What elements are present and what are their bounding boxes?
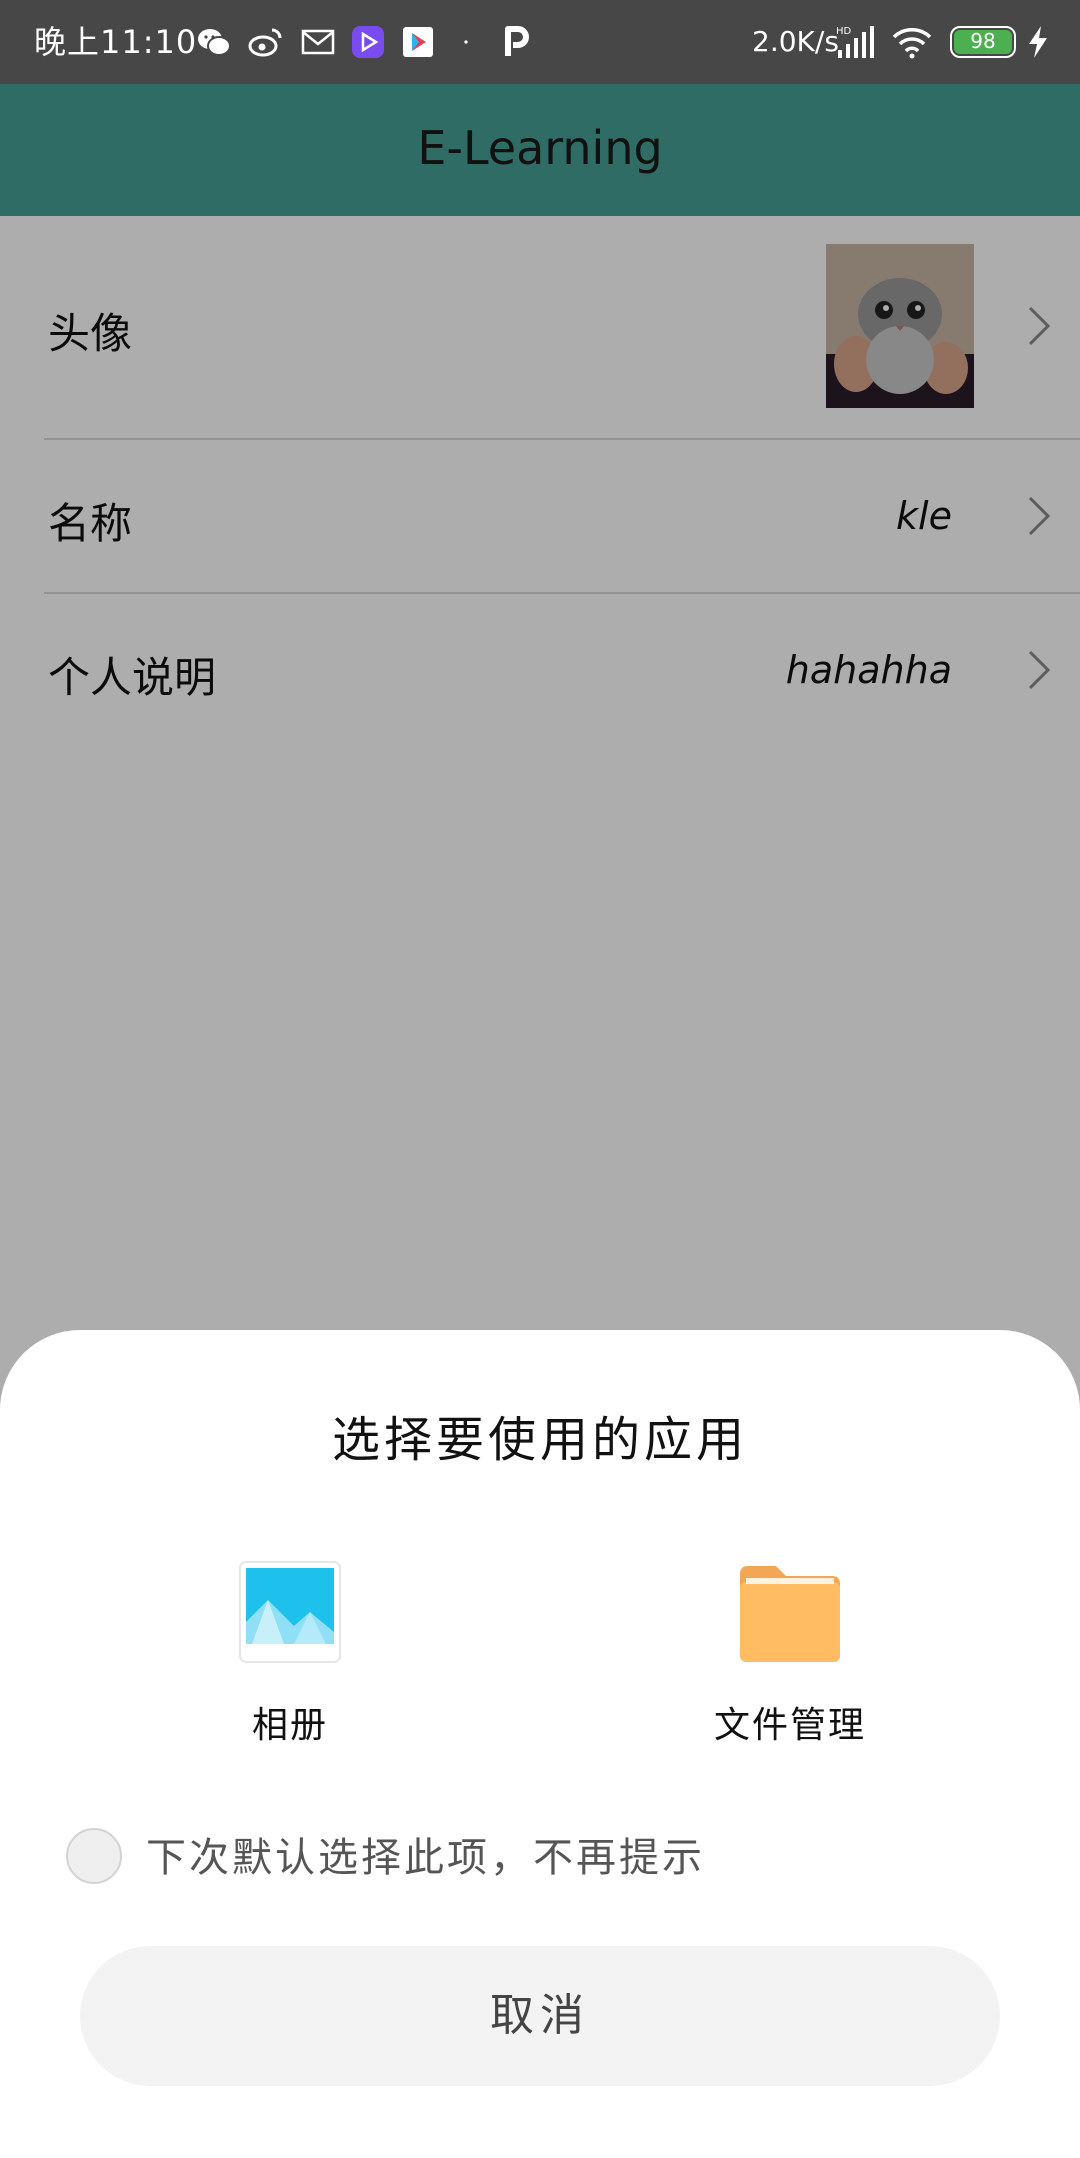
battery-icon: 98 (950, 26, 1016, 58)
play-store-icon (403, 27, 433, 57)
video-app-icon (352, 26, 384, 58)
app-chooser-sheet: 选择要使用的应用 相册 文件管理 下次默认选择此项，不再提示 取消 (0, 1330, 1080, 2158)
status-time: 晚上11:10 (34, 23, 198, 61)
cancel-button[interactable]: 取消 (80, 1946, 1000, 2086)
remember-choice-radio[interactable] (66, 1828, 122, 1884)
sheet-title: 选择要使用的应用 (331, 1412, 748, 1468)
mail-icon (301, 29, 335, 55)
signal-icon: HD (836, 26, 874, 58)
battery-level: 98 (954, 30, 1012, 54)
wifi-icon (892, 28, 932, 59)
remember-choice-row[interactable]: 下次默认选择此项，不再提示 (64, 1820, 964, 1896)
app-label: 相册 (251, 1705, 328, 1746)
network-speed: 2.0K/s (752, 25, 839, 58)
p-app-icon (505, 26, 529, 56)
app-bar: E-Learning (0, 84, 1080, 216)
folder-icon (740, 1566, 840, 1662)
svg-text:HD: HD (836, 26, 852, 37)
dot-icon (464, 40, 468, 44)
charging-icon (1029, 26, 1047, 58)
app-title: E-Learning (417, 121, 663, 175)
app-label: 文件管理 (713, 1705, 866, 1746)
gallery-icon (239, 1561, 341, 1663)
wechat-icon (198, 29, 231, 56)
app-option-gallery[interactable]: 相册 (140, 1560, 440, 1790)
status-bar: 晚上11:10 2.0K/s HD 98 (0, 0, 1080, 84)
weibo-icon (248, 28, 282, 57)
app-option-file-manager[interactable]: 文件管理 (640, 1560, 940, 1790)
remember-choice-label: 下次默认选择此项，不再提示 (146, 1835, 705, 1881)
